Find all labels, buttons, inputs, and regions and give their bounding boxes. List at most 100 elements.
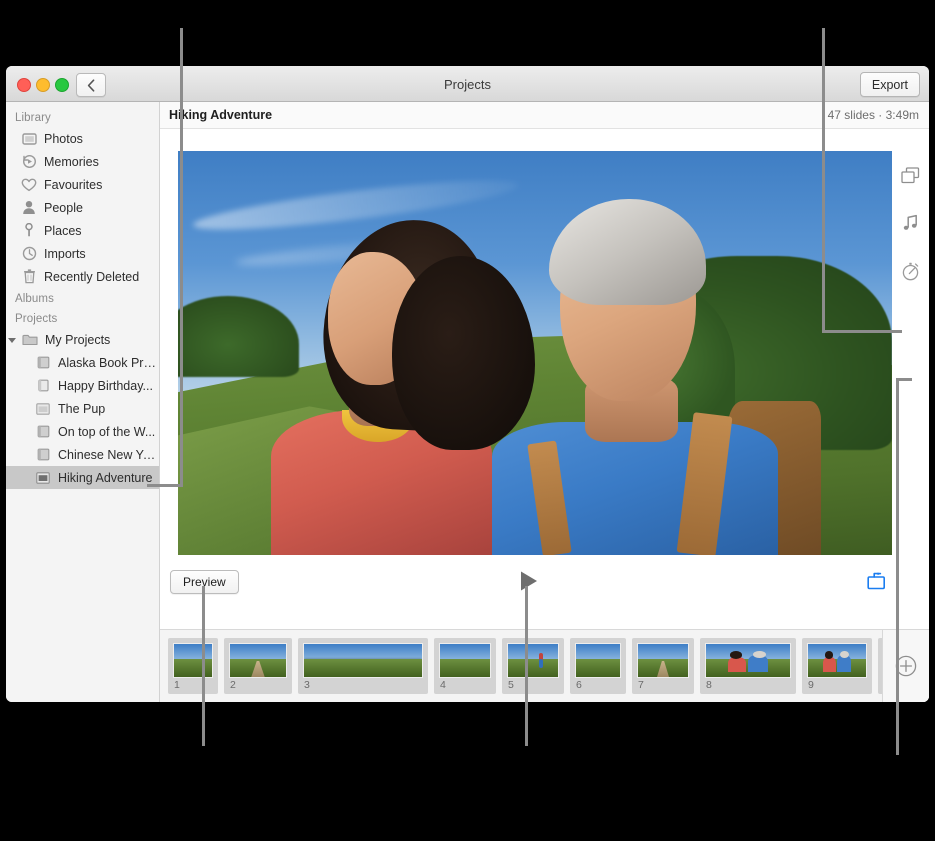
sidebar-section-library: Library: [6, 107, 159, 127]
slide-number: 5: [507, 678, 559, 693]
play-fullscreen-button[interactable]: [865, 570, 887, 592]
sidebar-item-the-pup[interactable]: The Pup: [6, 397, 159, 420]
sidebar-item-label: The Pup: [58, 402, 105, 416]
book-icon: [33, 447, 53, 463]
slide-number: 3: [303, 678, 423, 693]
music-icon[interactable]: [892, 199, 929, 247]
clock-icon: [19, 246, 39, 262]
filmstrip-scroll[interactable]: 12345678910: [160, 630, 882, 702]
sidebar-item-label: My Projects: [45, 333, 110, 347]
slide-thumbnail: [173, 643, 213, 678]
callout-line-sidebar-horizontal: [147, 484, 183, 487]
window-titlebar: Projects Export: [6, 66, 929, 102]
sidebar-item-on-top-of-the-world[interactable]: On top of the W...: [6, 420, 159, 443]
slide-thumbnail: [637, 643, 689, 678]
slide-thumbnail: [507, 643, 559, 678]
themes-icon[interactable]: [892, 151, 929, 199]
photos-app-window: Projects Export Library Photos M: [6, 66, 929, 702]
sidebar-item-people[interactable]: People: [6, 196, 159, 219]
slide-thumbnail: [439, 643, 491, 678]
fullscreen-icon: [867, 572, 886, 590]
sidebar-item-places[interactable]: Places: [6, 219, 159, 242]
callout-line-themes-vertical: [822, 28, 825, 333]
callout-line-sidebar-vertical: [180, 28, 183, 487]
filmstrip-slide[interactable]: 7: [632, 638, 694, 694]
callout-line-preview-button: [202, 586, 205, 746]
slide-preview-image[interactable]: [178, 151, 892, 555]
sidebar-item-memories[interactable]: Memories: [6, 150, 159, 173]
sidebar-item-label: Recently Deleted: [44, 270, 139, 284]
folder-icon: [20, 332, 40, 348]
sidebar[interactable]: Library Photos Memories: [6, 102, 160, 702]
duration-icon[interactable]: [892, 247, 929, 295]
sidebar-item-label: Happy Birthday...: [58, 379, 153, 393]
sidebar-item-label: Places: [44, 224, 82, 238]
filmstrip-slide[interactable]: 3: [298, 638, 428, 694]
add-slide-button[interactable]: [882, 630, 929, 702]
slide-number: 4: [439, 678, 491, 693]
filmstrip-slide[interactable]: 4: [434, 638, 496, 694]
callout-line-themes-horizontal: [822, 330, 902, 333]
slide-thumbnail: [575, 643, 621, 678]
filmstrip-slide[interactable]: 8: [700, 638, 796, 694]
play-button[interactable]: [516, 568, 542, 594]
slide-stage: Preview: [160, 130, 929, 657]
sidebar-item-label: Imports: [44, 247, 86, 261]
slide-number: 9: [807, 678, 867, 693]
slide-number: 6: [575, 678, 621, 693]
sidebar-item-photos[interactable]: Photos: [6, 127, 159, 150]
content-area: Hiking Adventure 47 slides · 3:49m: [160, 102, 929, 702]
project-title: Hiking Adventure: [169, 108, 272, 122]
window-title: Projects: [6, 66, 929, 102]
slide-number: 1: [173, 678, 213, 693]
slide-thumbnail: [303, 643, 423, 678]
slide-number: 8: [705, 678, 791, 693]
play-triangle-icon: [519, 570, 539, 592]
memories-icon: [19, 154, 39, 170]
sidebar-item-happy-birthday[interactable]: Happy Birthday...: [6, 374, 159, 397]
pin-icon: [19, 223, 39, 239]
filmstrip-slide[interactable]: 5: [502, 638, 564, 694]
person-icon: [19, 200, 39, 216]
callout-line-music-vertical: [896, 378, 899, 755]
sidebar-item-label: Hiking Adventure: [58, 471, 153, 485]
slide-thumbnail: [807, 643, 867, 678]
filmstrip-slide[interactable]: 2: [224, 638, 292, 694]
sidebar-item-label: Memories: [44, 155, 99, 169]
filmstrip-slide[interactable]: 9: [802, 638, 872, 694]
sidebar-section-albums: Albums: [6, 288, 159, 308]
book-icon: [33, 424, 53, 440]
sidebar-item-favourites[interactable]: Favourites: [6, 173, 159, 196]
sidebar-item-label: People: [44, 201, 83, 215]
sidebar-item-recently-deleted[interactable]: Recently Deleted: [6, 265, 159, 288]
callout-line-music-horizontal: [896, 378, 912, 381]
sidebar-item-my-projects[interactable]: My Projects: [6, 328, 159, 351]
photos-icon: [19, 131, 39, 147]
slide-number: 7: [637, 678, 689, 693]
sidebar-item-label: Alaska Book Proj...: [58, 356, 159, 370]
project-meta: 47 slides · 3:49m: [828, 108, 919, 122]
disclosure-triangle-icon[interactable]: [10, 335, 19, 344]
sidebar-item-hiking-adventure[interactable]: Hiking Adventure: [6, 466, 159, 489]
slideshow-icon: [33, 470, 53, 486]
export-button[interactable]: Export: [860, 72, 920, 97]
slideshow-icon: [33, 401, 53, 417]
slide-number: 2: [229, 678, 287, 693]
sidebar-item-label: On top of the W...: [58, 425, 155, 439]
sidebar-section-projects: Projects: [6, 308, 159, 328]
callout-line-play-button: [525, 586, 528, 746]
project-header-bar: Hiking Adventure 47 slides · 3:49m: [160, 102, 929, 129]
slide-thumbnail: [705, 643, 791, 678]
filmstrip-slide[interactable]: 6: [570, 638, 626, 694]
book-icon: [33, 355, 53, 371]
sidebar-item-label: Favourites: [44, 178, 102, 192]
filmstrip-slide[interactable]: 1: [168, 638, 218, 694]
trash-icon: [19, 269, 39, 285]
filmstrip[interactable]: 12345678910: [160, 629, 929, 702]
sidebar-item-imports[interactable]: Imports: [6, 242, 159, 265]
sidebar-item-chinese-new-year[interactable]: Chinese New Year: [6, 443, 159, 466]
sidebar-item-alaska-book-project[interactable]: Alaska Book Proj...: [6, 351, 159, 374]
transport-controls: Preview: [160, 562, 929, 602]
slide-thumbnail: [229, 643, 287, 678]
card-icon: [33, 378, 53, 394]
